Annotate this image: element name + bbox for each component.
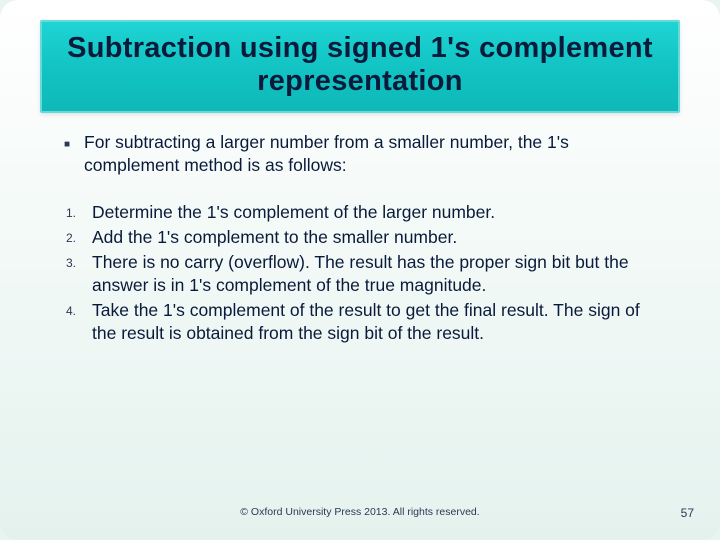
step-number: 4. — [64, 304, 92, 320]
content-area: ■ For subtracting a larger number from a… — [30, 131, 690, 346]
list-item: 1. Determine the 1's complement of the l… — [64, 201, 662, 224]
list-item: 4. Take the 1's complement of the result… — [64, 299, 662, 345]
slide-title: Subtraction using signed 1's complement … — [62, 32, 658, 99]
page-number: 57 — [681, 506, 694, 520]
title-box: Subtraction using signed 1's complement … — [40, 20, 680, 113]
step-text: Determine the 1's complement of the larg… — [92, 201, 662, 224]
step-text: There is no carry (overflow). The result… — [92, 251, 662, 297]
step-text: Add the 1's complement to the smaller nu… — [92, 226, 662, 249]
step-number: 1. — [64, 206, 92, 222]
intro-text: For subtracting a larger number from a s… — [84, 131, 662, 177]
footer-copyright: © Oxford University Press 2013. All righ… — [0, 506, 720, 518]
slide: Subtraction using signed 1's complement … — [0, 0, 720, 540]
list-item: 3. There is no carry (overflow). The res… — [64, 251, 662, 297]
square-bullet-icon: ■ — [64, 138, 70, 151]
step-text: Take the 1's complement of the result to… — [92, 299, 662, 345]
step-number: 3. — [64, 256, 92, 272]
list-item: 2. Add the 1's complement to the smaller… — [64, 226, 662, 249]
intro-bullet: ■ For subtracting a larger number from a… — [64, 131, 662, 177]
step-number: 2. — [64, 231, 92, 247]
